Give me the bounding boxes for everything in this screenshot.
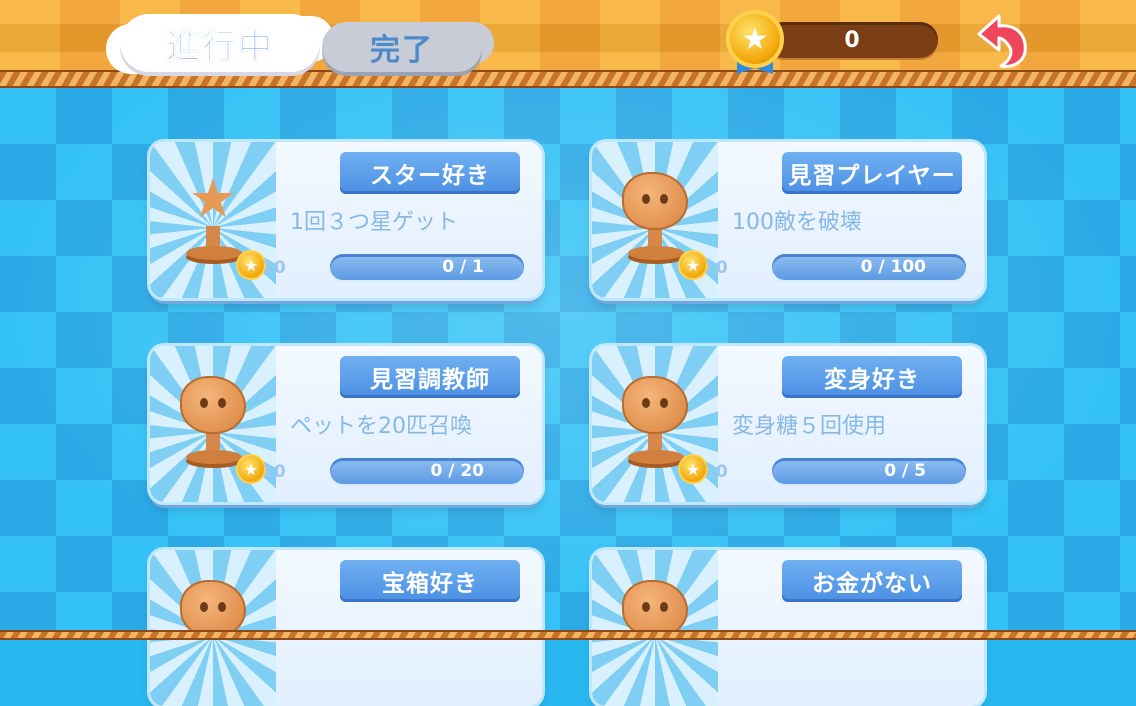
achievement-title: 見習調教師 (340, 356, 520, 398)
monster-trophy-icon (622, 172, 688, 230)
achievement-card[interactable]: 見習プレイヤー 100敵を破壊 ★ 10 0 / 100 (592, 142, 984, 298)
achievement-card[interactable]: ★ スター好き 1回３つ星ゲット ★ 10 0 / 1 (150, 142, 542, 298)
progress-bar: 0 / 1 (330, 254, 524, 280)
reward-amount: 10 (262, 462, 286, 482)
rope-divider (0, 70, 1136, 88)
star-medal-icon: ★ (726, 10, 784, 68)
achievement-title: 宝箱好き (340, 560, 520, 602)
progress-text: 0 / 5 (884, 461, 926, 481)
achievement-description: 100敵を破壊 (732, 210, 862, 235)
tab-in-progress[interactable]: 進行中 (120, 14, 320, 72)
trophy-pedestal (186, 246, 242, 260)
progress-text: 0 / 100 (860, 257, 926, 277)
trophy-pedestal (628, 246, 684, 260)
back-arrow-icon (977, 14, 1027, 68)
tab-completed-label: 完了 (370, 33, 434, 68)
progress-bar: 0 / 100 (772, 254, 966, 280)
progress-bar: 0 / 20 (330, 458, 524, 484)
achievement-title: お金がない (782, 560, 962, 602)
tab-completed[interactable]: 完了 (322, 22, 482, 72)
star-trophy-icon: ★ (188, 167, 238, 230)
achievement-title: 変身好き (782, 356, 962, 398)
achievement-card[interactable]: 変身好き 変身糖５回使用 ★ 10 0 / 5 (592, 346, 984, 502)
pet-trophy-icon (180, 376, 246, 434)
progress-text: 0 / 20 (430, 461, 484, 481)
trophy-pedestal (628, 450, 684, 464)
achievement-card[interactable]: 見習調教師 ペットを20匹召喚 ★ 10 0 / 20 (150, 346, 542, 502)
bottom-rope-divider (0, 630, 1136, 640)
progress-text: 0 / 1 (442, 257, 484, 277)
achievement-card[interactable]: 宝箱好き (150, 550, 542, 706)
achievement-description: 1回３つ星ゲット (290, 210, 458, 235)
achievement-title: 見習プレイヤー (782, 152, 962, 194)
reward-amount: 10 (704, 258, 728, 278)
reward-amount: 10 (262, 258, 286, 278)
score-value: 0 (844, 27, 860, 53)
score-display: 0 (766, 22, 938, 58)
reward-amount: 10 (704, 462, 728, 482)
progress-bar: 0 / 5 (772, 458, 966, 484)
tab-in-progress-label: 進行中 (166, 19, 274, 68)
trophy-pedestal (186, 450, 242, 464)
achievement-card[interactable]: お金がない (592, 550, 984, 706)
back-button[interactable] (962, 6, 1038, 72)
achievement-title: スター好き (340, 152, 520, 194)
achievement-description: 変身糖５回使用 (732, 414, 887, 439)
shark-trophy-icon (622, 376, 688, 434)
achievement-description: ペットを20匹召喚 (290, 414, 472, 439)
